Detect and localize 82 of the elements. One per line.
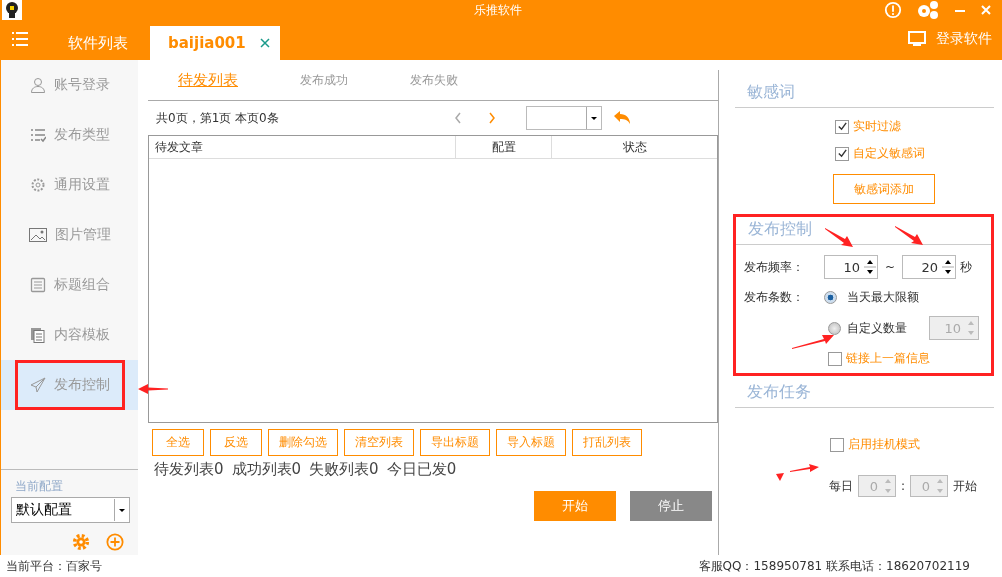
config-dropdown[interactable]: 默认配置 [11,497,130,523]
sidebar-item[interactable]: 通用设置 [1,160,138,210]
arrow [776,463,820,483]
arrow [138,383,168,395]
info-icon[interactable] [884,1,902,19]
radio-label[interactable]: 自定义数量 [847,319,907,337]
undo-icon[interactable] [614,111,630,125]
person-icon [29,77,46,93]
paper-plane-icon [29,377,46,393]
count-label: 待发列表0 [154,460,224,479]
document-icon [29,277,46,293]
action-button[interactable]: 清空列表 [344,429,414,456]
field-label: 发布频率： [744,258,805,276]
range-separator: ~ [885,260,896,274]
checkbox[interactable] [828,351,842,366]
count-label: 今日已发0 [386,460,457,479]
checkbox[interactable] [835,146,849,161]
unit-label: 秒 [960,258,973,276]
lightbulb-icon [2,0,22,20]
checkbox-label[interactable]: 启用挂机模式 [848,436,920,453]
pages-icon [29,327,46,343]
page-info: 共0页，第1页 本页0条 [156,109,280,127]
field-label: 开始 [953,477,978,495]
tab[interactable]: 软件列表 [50,26,146,60]
column-header[interactable]: 状态 [552,136,717,158]
column-header[interactable]: 待发文章 [149,136,456,158]
action-button[interactable]: 打乱列表 [572,429,642,456]
checkbox-label[interactable]: 链接上一篇信息 [846,350,930,367]
radio-button[interactable] [828,321,841,335]
section-title: 敏感词 [735,76,994,108]
action-button[interactable]: 导出标题 [420,429,490,456]
add-icon[interactable] [106,533,124,551]
chevron-right-icon[interactable] [488,112,496,124]
gear-icon [29,177,46,193]
checkbox[interactable] [830,437,844,452]
radio-label[interactable]: 当天最大限额 [847,289,919,306]
field-label: 每日 [829,477,853,495]
stop-button[interactable]: 停止 [630,491,712,521]
sidebar-item[interactable]: 标题组合 [1,260,138,310]
login-link[interactable]: 登录软件 [936,30,992,48]
checkbox[interactable] [835,119,849,134]
tab[interactable]: 发布成功 [300,71,348,89]
image-icon [28,228,47,242]
number-field[interactable]: 20 [902,255,957,279]
tab[interactable]: 待发列表 [178,70,238,90]
time-separator: : [901,479,906,493]
tab[interactable]: baijia001 [150,26,280,60]
tab[interactable]: 发布失败 [410,71,458,89]
checkbox-label[interactable]: 实时过滤 [853,118,901,135]
checkbox-label[interactable]: 自定义敏感词 [853,145,925,162]
sidebar-item[interactable]: 发布控制 [1,360,138,410]
page-dropdown[interactable] [526,106,602,130]
sidebar-item[interactable]: 发布类型 [1,110,138,160]
close-icon[interactable] [259,38,270,48]
action-button[interactable]: 导入标题 [496,429,566,456]
action-button[interactable]: 删除勾选 [268,429,338,456]
radio-button[interactable] [824,291,837,304]
contact-info: 客服QQ：158950781 联系电话：18620702119 [698,557,970,575]
window-title: 乐推软件 [473,1,523,19]
section-title: 发布任务 [735,376,994,408]
action-button[interactable]: 全选 [152,429,204,456]
platform-label: 当前平台：百家号 [6,557,102,575]
arrow [825,228,855,248]
settings-icon[interactable] [916,0,940,20]
action-button[interactable]: 反选 [210,429,262,456]
sidebar-item[interactable]: 账号登录 [1,60,138,110]
start-button[interactable]: 开始 [534,491,616,521]
add-words-button[interactable]: 敏感词添加 [833,174,935,204]
chevron-left-icon[interactable] [454,112,462,124]
column-header[interactable]: 配置 [456,136,552,158]
count-label: 失败列表0 [309,460,379,479]
monitor-icon[interactable] [908,31,926,47]
sidebar-item[interactable]: 图片管理 [1,210,138,260]
config-label: 当前配置 [15,478,64,495]
number-field[interactable]: 10 [824,255,878,279]
gear-icon[interactable] [72,533,90,551]
field-label: 发布条数： [744,289,805,306]
sidebar-item[interactable]: 内容模板 [1,310,138,360]
arrow [895,225,925,247]
count-label: 成功列表0 [231,460,302,479]
checklist-icon [29,127,46,143]
menu-icon[interactable] [12,32,28,46]
